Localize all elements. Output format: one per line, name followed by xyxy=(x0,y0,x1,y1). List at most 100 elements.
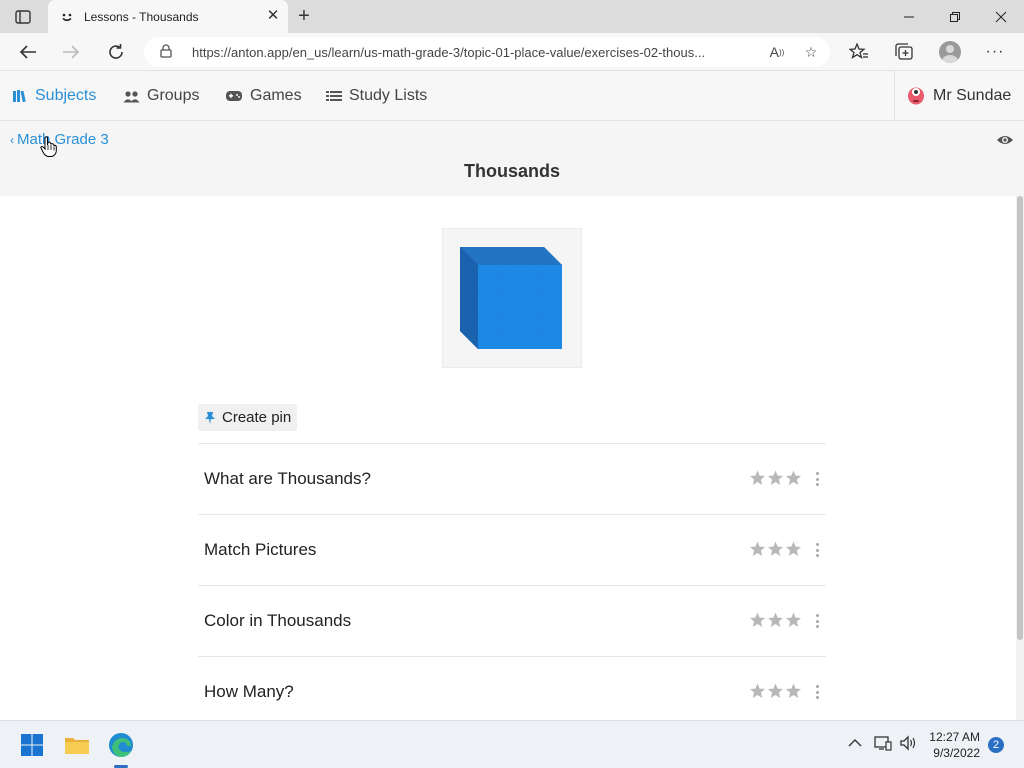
start-button[interactable] xyxy=(16,729,48,761)
favorites-icon xyxy=(849,43,868,59)
star-rating xyxy=(749,541,802,557)
list-icon xyxy=(326,90,342,102)
read-aloud-icon[interactable]: A)) xyxy=(766,41,788,63)
edge-taskbar-button[interactable] xyxy=(105,729,137,761)
forward-button[interactable] xyxy=(58,39,84,65)
close-tab-icon[interactable]: ✕ xyxy=(266,8,280,23)
app-navigation: Subjects Groups Games Study Lists Mr Sun… xyxy=(0,71,1024,121)
minimize-icon xyxy=(904,16,914,17)
arrow-right-icon xyxy=(63,45,80,59)
star-rating xyxy=(749,470,802,486)
hand-cursor-icon xyxy=(40,136,58,163)
star-icon xyxy=(786,683,801,698)
add-favorite-icon[interactable]: ☆ xyxy=(800,41,822,63)
star-icon xyxy=(768,612,783,627)
close-window-button[interactable] xyxy=(978,0,1024,33)
nav-subjects[interactable]: Subjects xyxy=(12,71,96,121)
address-bar[interactable]: https://anton.app/en_us/learn/us-math-gr… xyxy=(144,37,830,67)
refresh-button[interactable] xyxy=(103,39,129,65)
more-vertical-icon[interactable] xyxy=(814,683,820,701)
lesson-item[interactable]: Color in Thousands xyxy=(198,585,826,656)
folder-icon xyxy=(65,738,89,754)
restore-button[interactable] xyxy=(932,0,978,33)
notification-badge[interactable]: 2 xyxy=(988,737,1004,753)
nav-games-label: Games xyxy=(250,87,302,104)
lesson-item[interactable]: What are Thousands? xyxy=(198,443,826,514)
page-title: Thousands xyxy=(463,161,560,181)
books-icon xyxy=(12,89,28,103)
tab-strip: Lessons - Thousands ✕ + xyxy=(0,0,1024,33)
lesson-title: Color in Thousands xyxy=(204,611,352,630)
nav-study-lists-label: Study Lists xyxy=(349,87,428,104)
lesson-item[interactable]: Match Pictures xyxy=(198,514,826,585)
file-explorer-button[interactable] xyxy=(61,729,93,761)
windows-logo-icon xyxy=(21,734,43,756)
gamepad-icon xyxy=(225,90,243,102)
nav-study-lists[interactable]: Study Lists xyxy=(326,71,427,121)
tab-title: Lessons - Thousands xyxy=(84,9,199,24)
tab-actions-button[interactable] xyxy=(10,7,36,27)
settings-menu-button[interactable]: ··· xyxy=(982,39,1008,65)
collections-button[interactable] xyxy=(891,39,917,65)
anton-favicon-icon xyxy=(60,10,74,24)
star-icon xyxy=(786,541,801,556)
scrollbar-thumb[interactable] xyxy=(1017,196,1023,640)
url-text: https://anton.app/en_us/learn/us-math-gr… xyxy=(192,44,706,60)
back-button[interactable] xyxy=(15,39,41,65)
system-clock[interactable]: 12:27 AM 9/3/2022 xyxy=(929,729,980,761)
back-link-label: Math Grade 3 xyxy=(17,131,109,148)
close-icon xyxy=(995,11,1007,22)
volume-icon[interactable] xyxy=(899,735,917,754)
nav-groups[interactable]: Groups xyxy=(123,71,199,121)
star-icon xyxy=(768,683,783,698)
lesson-title: Match Pictures xyxy=(204,540,317,559)
user-name: Mr Sundae xyxy=(933,87,1012,104)
profile-button[interactable] xyxy=(937,39,963,65)
collections-icon xyxy=(895,43,913,60)
nav-games[interactable]: Games xyxy=(225,71,302,121)
arrow-left-icon xyxy=(19,45,36,59)
back-link[interactable]: ‹ Math Grade 3 xyxy=(10,131,109,148)
clock-date: 9/3/2022 xyxy=(933,746,980,760)
star-icon xyxy=(750,541,765,556)
lesson-item[interactable]: How Many? xyxy=(198,656,826,720)
refresh-icon xyxy=(109,44,123,59)
star-icon xyxy=(750,470,765,485)
create-pin-label: Create pin xyxy=(222,409,292,426)
browser-toolbar: https://anton.app/en_us/learn/us-math-gr… xyxy=(0,33,1024,71)
nav-subjects-label: Subjects xyxy=(35,87,97,104)
star-icon xyxy=(768,541,783,556)
eye-icon[interactable] xyxy=(996,133,1014,151)
star-rating xyxy=(749,612,802,628)
edge-logo-icon xyxy=(109,733,133,757)
tab-actions-icon xyxy=(15,10,31,24)
more-vertical-icon[interactable] xyxy=(814,470,820,488)
more-vertical-icon[interactable] xyxy=(814,612,820,630)
lock-icon xyxy=(160,43,174,61)
user-menu[interactable]: Mr Sundae xyxy=(894,71,1024,121)
browser-tab[interactable]: Lessons - Thousands ✕ xyxy=(48,0,288,33)
users-icon xyxy=(123,90,140,103)
more-horizontal-icon: ··· xyxy=(985,43,1005,60)
favorites-button[interactable] xyxy=(846,39,872,65)
lesson-title: What are Thousands? xyxy=(204,469,371,488)
more-vertical-icon[interactable] xyxy=(814,541,820,559)
restore-icon xyxy=(950,11,960,22)
windows-taskbar: 12:27 AM 9/3/2022 2 xyxy=(0,720,1024,768)
create-pin-button[interactable]: Create pin xyxy=(198,404,298,431)
star-icon xyxy=(750,612,765,627)
chevron-left-icon: ‹ xyxy=(10,133,14,147)
chevron-up-icon[interactable] xyxy=(848,735,862,751)
star-rating xyxy=(749,683,802,699)
star-icon xyxy=(786,470,801,485)
network-icon[interactable] xyxy=(874,735,892,754)
page-scrollbar[interactable] xyxy=(1016,196,1024,720)
monster-avatar-icon xyxy=(907,83,925,110)
lesson-header: ‹ Math Grade 3 Thousands xyxy=(0,121,1024,196)
pin-icon xyxy=(204,411,216,425)
star-icon xyxy=(786,612,801,627)
clock-time: 12:27 AM xyxy=(929,730,980,744)
new-tab-button[interactable]: + xyxy=(292,6,316,28)
star-icon xyxy=(750,683,765,698)
minimize-button[interactable] xyxy=(886,0,932,33)
